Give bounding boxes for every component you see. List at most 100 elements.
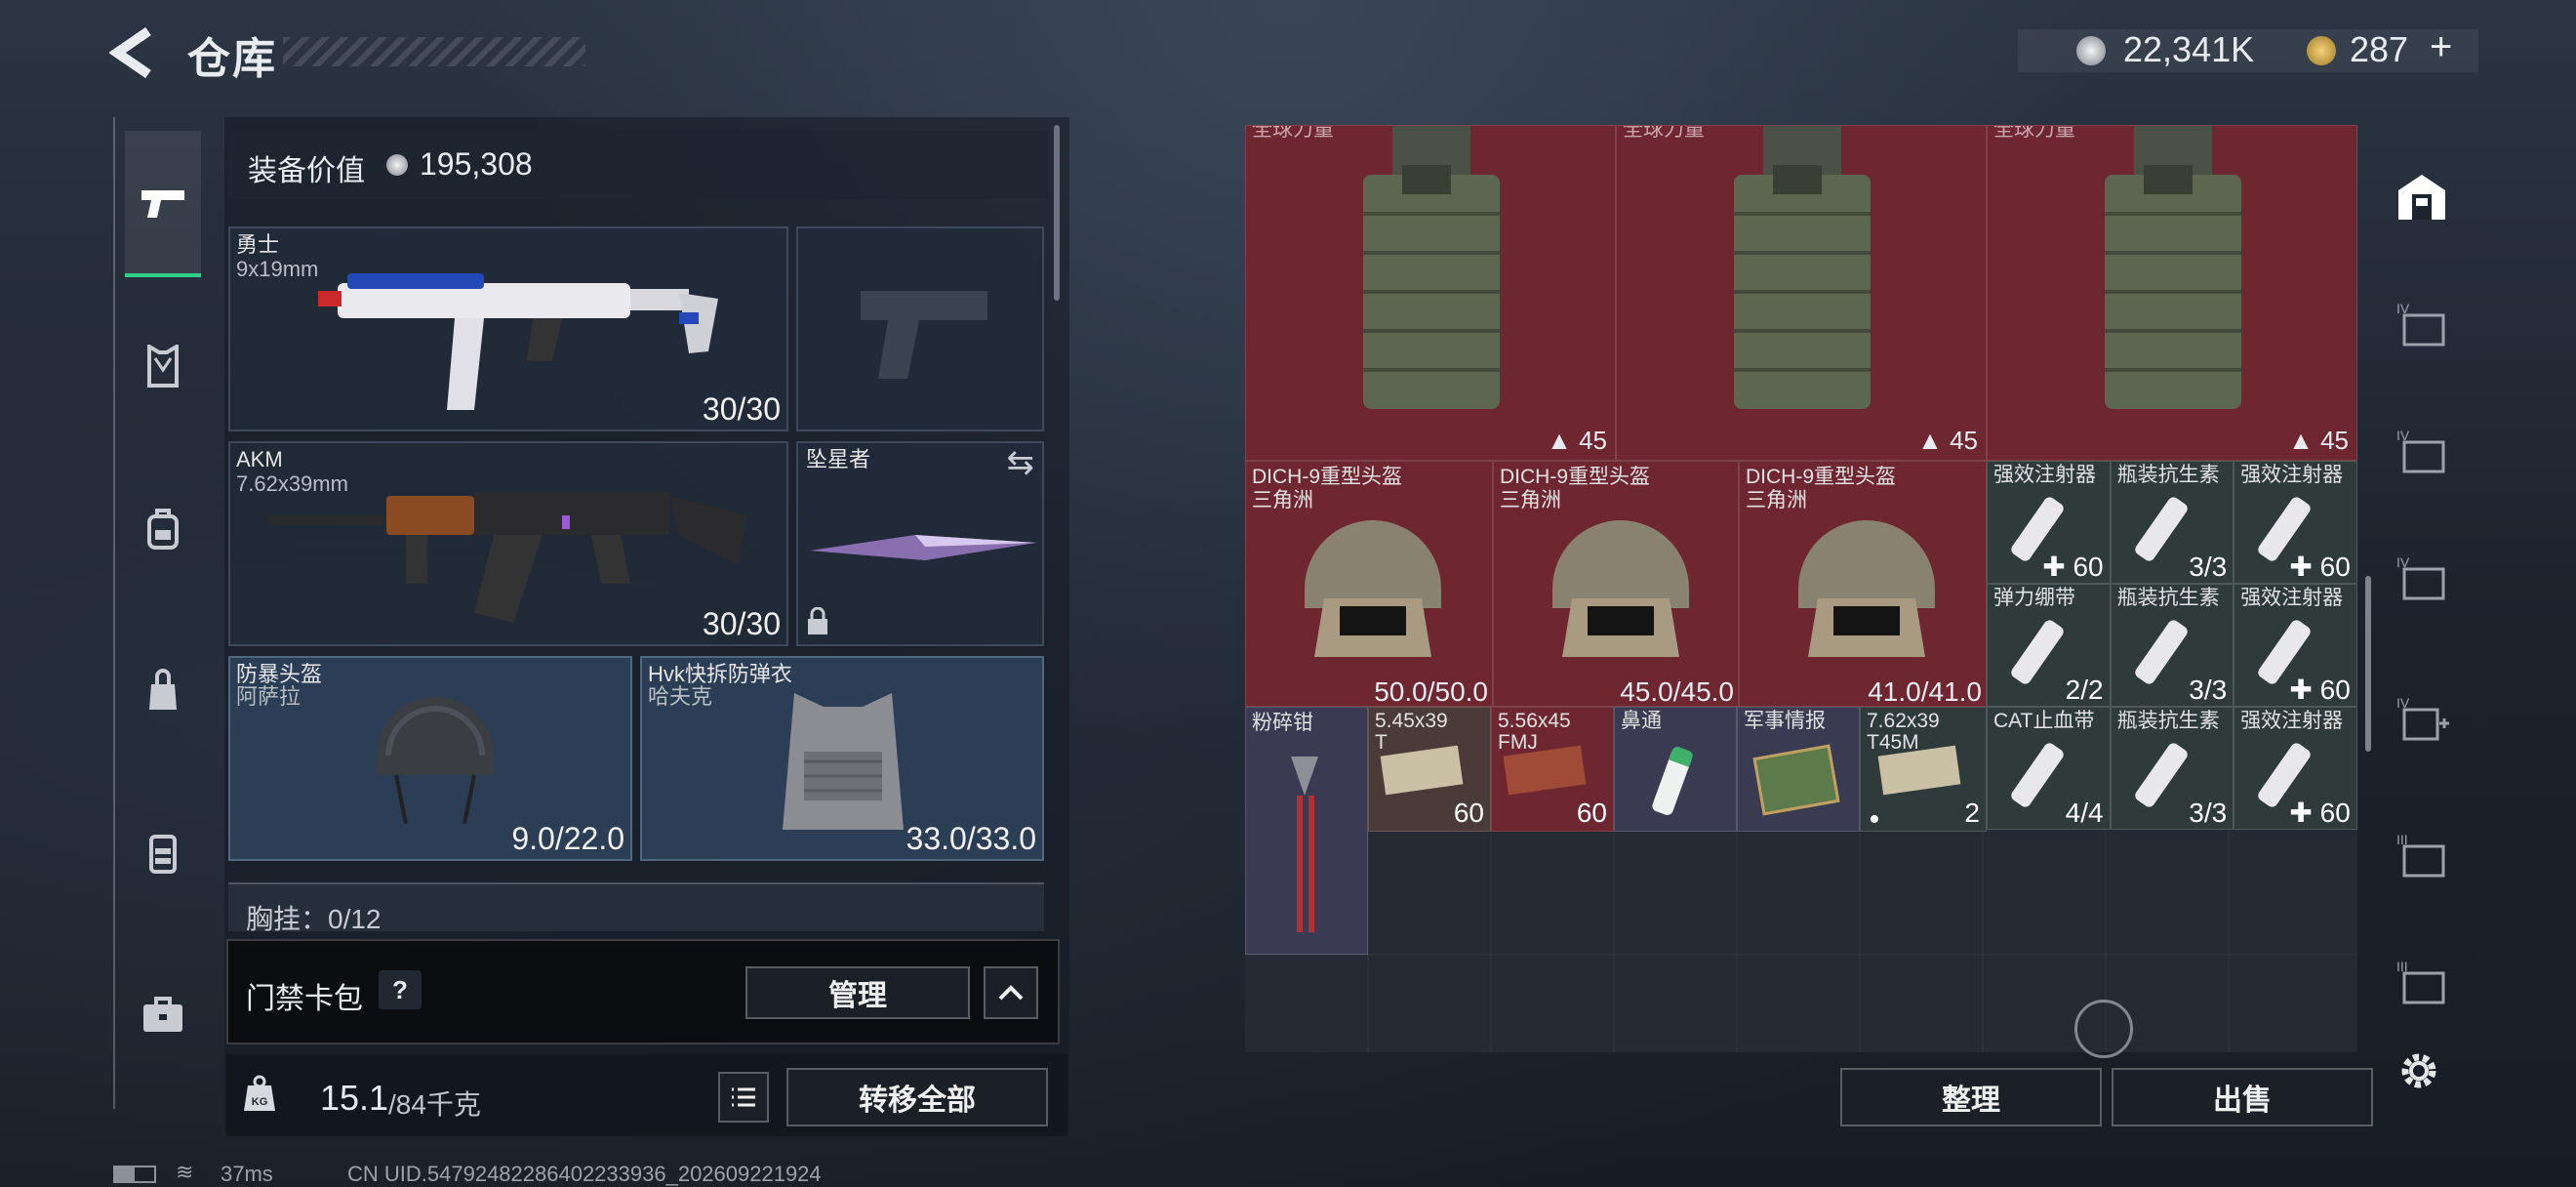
- item-name: 强效注射器: [2240, 710, 2344, 732]
- back-button[interactable]: [108, 26, 162, 79]
- med-item-image: [2132, 741, 2190, 809]
- stash-item[interactable]: 5.56x45 FMJ 60: [1491, 707, 1614, 832]
- tab-backpack[interactable]: [125, 455, 201, 601]
- keycard-help-icon[interactable]: ?: [379, 970, 422, 1009]
- sort-button[interactable]: 整理: [1840, 1068, 2102, 1126]
- item-count: ✚ 60: [2289, 797, 2350, 829]
- stash-tab-iv-2[interactable]: IV: [2387, 416, 2457, 486]
- keycard-label: 门禁卡包: [246, 983, 363, 1015]
- tab-vest[interactable]: [125, 779, 201, 925]
- stash-item[interactable]: 全球力量 ▲ 45: [1245, 125, 1616, 461]
- chest-rig-slot[interactable]: 胸挂：0/12: [228, 882, 1044, 931]
- stash-item[interactable]: 强效注射器 ✚ 60: [2234, 461, 2357, 584]
- item-name: 瓶装抗生素: [2116, 587, 2220, 609]
- stash-tab-iv-3[interactable]: IV: [2387, 543, 2457, 613]
- item-count-value: 4/4: [2065, 798, 2104, 828]
- weight-max: /84千克: [388, 1089, 481, 1120]
- weight-current: 15.1: [320, 1078, 389, 1118]
- stash-item[interactable]: 军事情报: [1737, 707, 1860, 832]
- item-count-value: 45: [2320, 426, 2349, 455]
- secondary-weapon-slot[interactable]: AKM 7.62x39mm 30/30: [228, 441, 788, 646]
- item-count: 2: [1964, 798, 1980, 828]
- target-icon[interactable]: [2074, 1000, 2133, 1058]
- stash-tab-iii-1[interactable]: III: [2387, 820, 2457, 890]
- stash-item[interactable]: CAT止血带 4/4: [1987, 707, 2111, 830]
- pistol-slot[interactable]: [796, 226, 1044, 431]
- wifi-icon: ≋: [176, 1160, 194, 1184]
- stash-overview-tab[interactable]: [2387, 162, 2457, 232]
- plus-icon: ✚: [2042, 552, 2073, 582]
- transfer-all-button[interactable]: 转移全部: [786, 1068, 1048, 1126]
- stash-item[interactable]: 瓶装抗生素 3/3: [2110, 584, 2234, 707]
- stash-item[interactable]: 鼻通: [1614, 707, 1737, 832]
- equipment-value-label: 装备价值: [248, 155, 365, 187]
- armor-faction: 哈夫克: [648, 684, 713, 709]
- stash-item[interactable]: 瓶装抗生素 3/3: [2110, 707, 2234, 830]
- tab-case[interactable]: [125, 941, 201, 1087]
- helmet-slot[interactable]: 防暴头盔 阿萨拉 9.0/22.0: [228, 656, 632, 861]
- armor-slot[interactable]: Hvk快拆防弹衣 哈夫克 33.0/33.0: [640, 656, 1044, 861]
- item-sub: T: [1375, 731, 1388, 754]
- bag-icon: [149, 669, 177, 710]
- gear-icon: [2401, 1053, 2436, 1088]
- panel-scrollbar[interactable]: [1054, 125, 1060, 301]
- item-name: 全球力量: [1993, 125, 2075, 141]
- plus-icon: ✚: [2289, 675, 2320, 705]
- weapon-ammo: 9x19mm: [236, 257, 319, 281]
- add-gold-button[interactable]: +: [2430, 25, 2452, 69]
- leg-rig-image: [2105, 126, 2241, 409]
- stash-item[interactable]: 强效注射器 ✚ 60: [2234, 707, 2357, 830]
- heavy-helmet-image: [1798, 520, 1935, 657]
- item-count: 2/2: [2066, 675, 2104, 706]
- item-name: 瓶装抗生素: [2116, 464, 2220, 486]
- item-count-value: 45: [1579, 426, 1607, 455]
- item-durability: 50.0/50.0: [1374, 676, 1488, 707]
- stash-item[interactable]: 5.45x39 T 60: [1368, 707, 1491, 832]
- manage-button[interactable]: 管理: [745, 966, 970, 1019]
- stash-item[interactable]: 瓶装抗生素 3/3: [2110, 461, 2234, 584]
- primary-weapon-slot[interactable]: 勇士 9x19mm 30/30: [228, 226, 788, 431]
- stash-item[interactable]: 全球力量 ▲ 45: [1616, 125, 1987, 461]
- grid-scrollbar[interactable]: [2365, 576, 2371, 752]
- stash-item[interactable]: 强效注射器 ✚ 60: [2234, 584, 2357, 707]
- melee-slot[interactable]: 坠星者 ⇆: [796, 441, 1044, 646]
- uid: CN UID.54792482286402233936_202609221924: [347, 1162, 822, 1186]
- stash-item[interactable]: 强效注射器 ✚ 60: [1987, 461, 2111, 584]
- settings-button[interactable]: [2393, 1044, 2445, 1097]
- list-view-button[interactable]: [718, 1072, 769, 1123]
- stash-item[interactable]: DICH-9重型头盔 三角洲 45.0/45.0: [1493, 461, 1739, 707]
- stash-item[interactable]: 全球力量 ▲ 45: [1987, 125, 2357, 461]
- item-name: 强效注射器: [2240, 587, 2344, 609]
- item-count-value: 2/2: [2065, 675, 2104, 705]
- sell-button[interactable]: 出售: [2112, 1068, 2373, 1126]
- item-count: 60: [1576, 798, 1607, 828]
- stash-tab-iv-1[interactable]: IV: [2387, 289, 2457, 359]
- knife-image: [810, 535, 1036, 560]
- weight-icon: ▲: [1547, 426, 1572, 455]
- stash-tab-iii-2[interactable]: III: [2387, 947, 2457, 1017]
- item-name: 强效注射器: [2240, 464, 2344, 486]
- weight-icon: ▲: [1917, 426, 1943, 455]
- leg-rig-image: [1734, 126, 1871, 409]
- tab-armor[interactable]: [125, 293, 201, 439]
- tab-weapons[interactable]: [125, 131, 201, 277]
- title-decoration: [283, 37, 585, 66]
- med-item-image: [2132, 495, 2190, 563]
- swap-icon[interactable]: ⇆: [1007, 443, 1035, 482]
- stash-item[interactable]: 弹力绷带 2/2: [1987, 584, 2111, 707]
- armor-icon: [147, 345, 179, 388]
- weapon-name: 勇士: [236, 232, 280, 257]
- tab-bag[interactable]: [125, 617, 201, 763]
- med-item-image: [2008, 741, 2067, 809]
- stash-item[interactable]: DICH-9重型头盔 三角洲 50.0/50.0: [1245, 461, 1493, 707]
- ammo-box-image: [1380, 745, 1464, 796]
- helmet-image: [377, 697, 494, 824]
- stash-tab-iv-4[interactable]: IV: [2387, 683, 2457, 754]
- item-count: ▲ 45: [1917, 426, 1978, 456]
- collapse-button[interactable]: [984, 966, 1038, 1019]
- med-item-image: [2132, 618, 2190, 686]
- stash-item[interactable]: 7.62x39 T45M 2: [1860, 707, 1987, 832]
- smg-image: [318, 273, 718, 410]
- stash-item[interactable]: DICH-9重型头盔 三角洲 41.0/41.0: [1739, 461, 1987, 707]
- item-name: 弹力绷带: [1993, 587, 2075, 609]
